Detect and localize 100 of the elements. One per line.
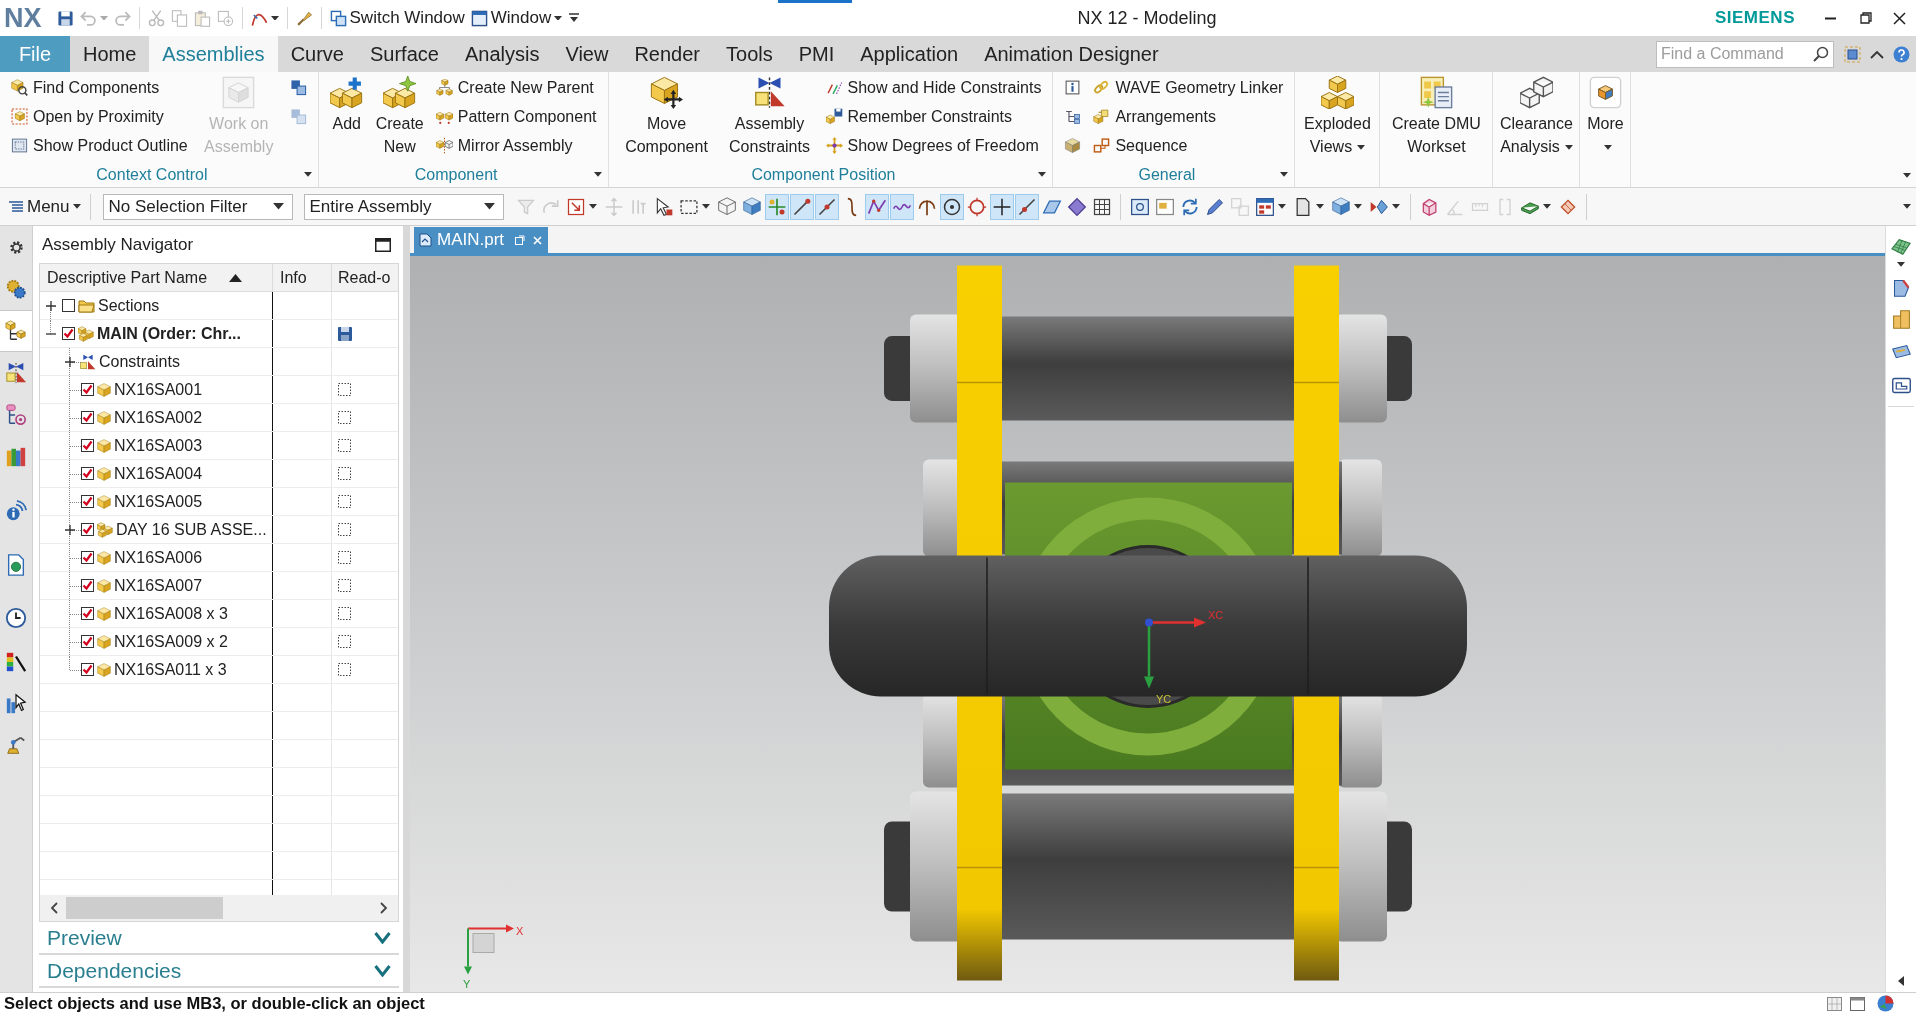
ribbon-command-button[interactable]: Create New Parent [432,73,600,102]
tree-item-label[interactable]: NX16SA007 [114,573,203,598]
selection-filter-dropdown[interactable]: No Selection Filter [102,193,293,220]
toolbar-button[interactable] [989,193,1014,220]
tree-item-label[interactable]: NX16SA011 x 3 [114,657,227,682]
window-menu-button[interactable]: Window [467,4,566,32]
ribbon-command-button[interactable]: Arrangements [1090,102,1287,131]
tree-item-label[interactable]: NX16SA009 x 2 [114,629,228,654]
settings-icon[interactable] [7,238,25,256]
plus-icon[interactable] [46,300,56,311]
ribbon-large-button[interactable]: Create DMU Workset [1384,73,1489,158]
checkbox[interactable] [81,383,94,396]
checkbox[interactable] [81,439,94,452]
info-signal-icon [5,500,27,522]
checkbox[interactable] [81,635,94,648]
checkbox[interactable] [81,579,94,592]
ribbon-tab[interactable]: Application [847,36,972,72]
ribbon-large-button[interactable]: Clearance Analysis [1497,73,1576,158]
circle-center-icon [941,196,962,217]
ribbon-command-button[interactable]: Mirror Assembly [432,131,600,160]
close-icon[interactable] [533,235,543,245]
toolbar-button[interactable] [789,193,814,220]
search-icon[interactable] [1813,45,1829,62]
tree-item-label[interactable]: NX16SA004 [114,461,203,486]
window-menu-button[interactable]: Switch Window [326,4,468,32]
tree-item-label[interactable]: NX16SA005 [114,489,203,514]
maximize-icon[interactable] [375,237,391,252]
column-header[interactable]: Descriptive Part Name [40,264,273,291]
group-title: Context Control [95,164,209,185]
caret-right-icon[interactable] [380,902,388,914]
ribbon-command-button[interactable]: Show Product Outline [8,131,191,160]
ribbon-large-button[interactable]: Assembly Constraints [722,73,817,158]
ribbon-tab[interactable]: Surface [357,36,452,72]
undock-icon[interactable] [515,235,526,245]
collapse-ribbon-icon[interactable] [1870,49,1884,59]
ribbon-large-button[interactable]: Move Component [616,73,717,158]
toolbar-button[interactable] [939,193,964,220]
ribbon-large-button[interactable]: Exploded Views [1299,73,1376,158]
ribbon-command-button[interactable]: Show and Hide Constraints [822,73,1045,102]
ribbon-tab[interactable]: Analysis [451,36,553,72]
ribbon-tab[interactable]: Home [70,36,150,72]
checkbox[interactable] [81,663,94,676]
tree-item-label[interactable]: Sections [98,293,160,318]
tree-item-label[interactable]: NX16SA006 [114,545,203,570]
toolbar-button[interactable] [889,193,914,220]
help-icon[interactable] [1893,45,1910,63]
ribbon-large-button[interactable]: Add [326,73,367,135]
checkbox[interactable] [81,607,94,620]
tree-item-label[interactable]: NX16SA001 [114,377,203,402]
ribbon-large-button[interactable]: More [1584,73,1627,158]
checkbox[interactable] [62,299,75,312]
scrollbar-thumb[interactable] [66,897,223,919]
ribbon-command-button[interactable]: WAVE Geometry Linker [1090,73,1287,102]
collapsible-panel-header[interactable]: Dependencies [39,955,399,988]
ribbon-tab[interactable]: Tools [713,36,786,72]
column-header[interactable]: Read-o [332,264,398,291]
cube-icon [97,662,111,677]
customize-caret-icon[interactable] [569,13,580,23]
tree-item-label[interactable]: NX16SA002 [114,405,203,430]
ribbon-large-button[interactable]: Create New [372,73,427,158]
ribbon-command-button[interactable]: Pattern Component [432,102,600,131]
ribbon-tab[interactable]: View [552,36,622,72]
ribbon-tab[interactable]: Animation Designer [971,36,1172,72]
fullscreen-icon[interactable] [1844,45,1861,63]
checkbox[interactable] [81,467,94,480]
tree-item-label[interactable]: DAY 16 SUB ASSE... [116,517,267,542]
checkbox[interactable] [81,411,94,424]
command-search-field[interactable]: Find a Command [1656,40,1834,68]
checkbox[interactable] [81,495,94,508]
toolbar-button[interactable] [1014,193,1039,220]
caret-left-icon[interactable] [50,902,58,914]
toolbar-button[interactable] [864,193,889,220]
tree-item-label[interactable]: MAIN (Order: Chr... [97,321,241,346]
tree-item-label[interactable]: Constraints [99,349,180,374]
ribbon-command-button[interactable]: Open by Proximity [8,102,191,131]
toolbar-button[interactable] [814,193,839,220]
ribbon-tab[interactable]: Render [621,36,713,72]
mesh-surface-icon[interactable] [1890,236,1912,256]
ribbon-tab[interactable]: Curve [277,36,357,72]
plus-icon[interactable] [65,356,75,367]
tree-item-label[interactable]: NX16SA003 [114,433,203,458]
checkbox[interactable] [81,551,94,564]
tree-item-label[interactable]: NX16SA008 x 3 [114,601,228,626]
ribbon-command-button[interactable]: Find Components [8,73,191,102]
selection-filter-dropdown[interactable]: Entire Assembly [303,193,504,220]
ribbon-command-button[interactable]: Sequence [1090,131,1287,160]
plus-icon[interactable] [65,524,75,535]
ribbon-tab[interactable]: PMI [785,36,848,72]
checkbox[interactable] [62,327,75,340]
menu-button[interactable]: Menu [8,193,81,220]
caret-left-icon[interactable] [1898,976,1904,986]
undo-icon [79,9,97,27]
cube-tile-icon [1588,76,1622,109]
column-header[interactable]: Info [273,264,332,291]
ribbon-command-button[interactable]: Show Degrees of Freedom [822,131,1045,160]
collapsible-panel-header[interactable]: Preview [39,922,399,955]
ribbon-tab[interactable]: Assemblies [149,36,278,72]
horizontal-scrollbar[interactable] [40,895,398,921]
checkbox[interactable] [81,523,94,536]
ribbon-command-button[interactable]: Remember Constraints [822,102,1045,131]
